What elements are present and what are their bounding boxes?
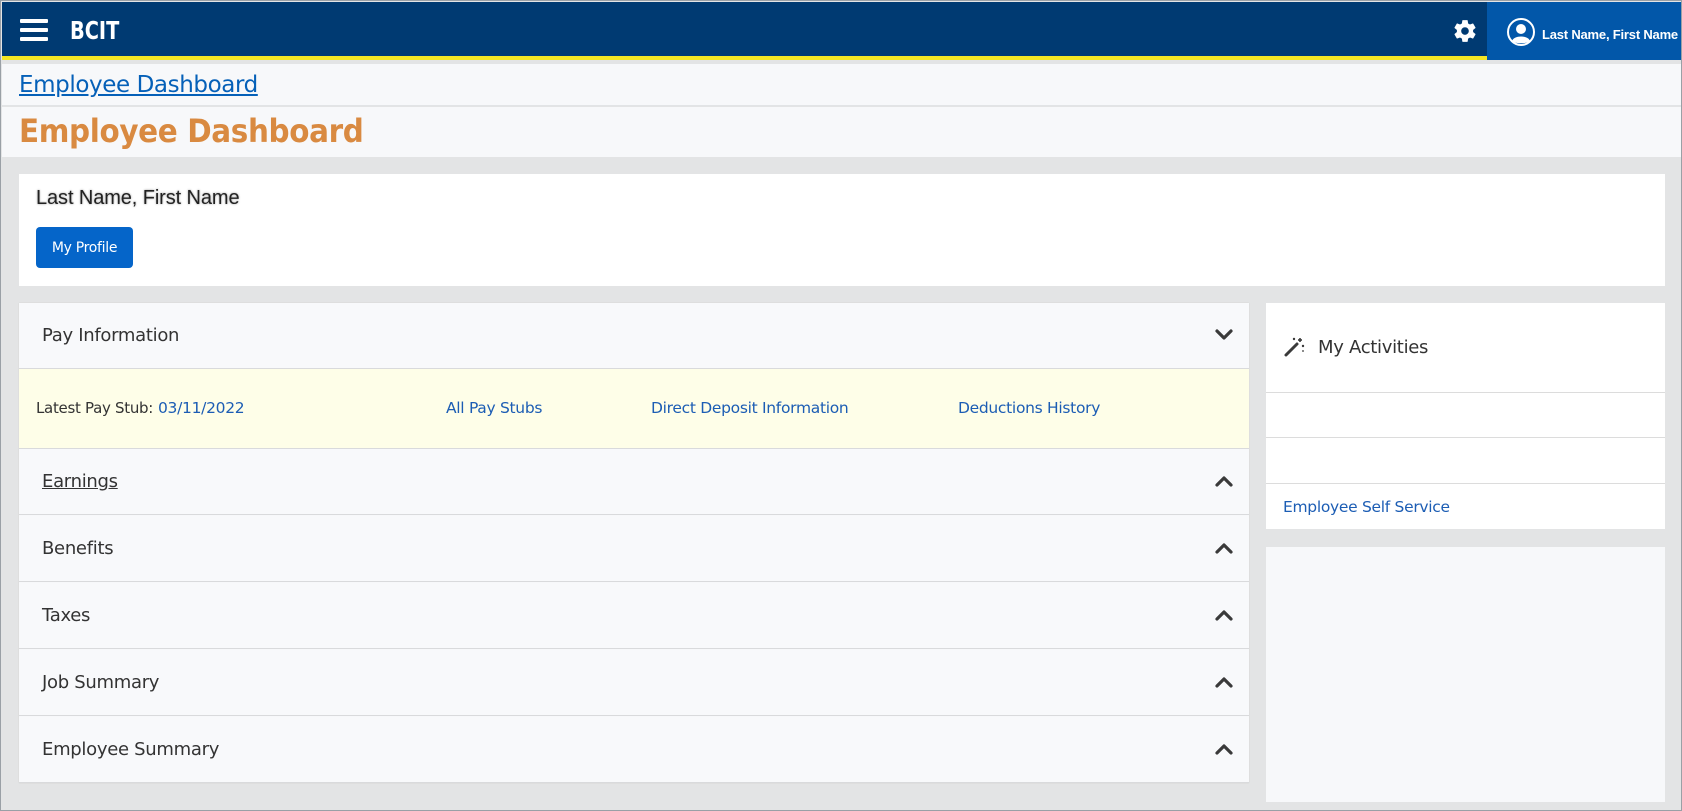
hamburger-menu-icon[interactable] xyxy=(18,16,48,44)
employee-name: Last Name, First Name xyxy=(36,187,240,209)
all-pay-stubs-link[interactable]: All Pay Stubs xyxy=(446,399,542,417)
activities-lower-area xyxy=(1266,547,1665,802)
chevron-down-icon[interactable] xyxy=(1214,327,1234,343)
page-title-bar: Employee Dashboard xyxy=(2,107,1681,157)
section-label: Earnings xyxy=(42,471,118,492)
page-title: Employee Dashboard xyxy=(19,112,364,150)
employee-self-service-link[interactable]: Employee Self Service xyxy=(1283,498,1450,516)
chevron-up-icon[interactable] xyxy=(1214,674,1234,690)
my-activities-title: My Activities xyxy=(1318,337,1429,358)
direct-deposit-information-link[interactable]: Direct Deposit Information xyxy=(651,399,849,417)
section-label: Job Summary xyxy=(42,672,160,693)
breadcrumb: Employee Dashboard xyxy=(2,64,1681,106)
latest-pay-stub-label: Latest Pay Stub: xyxy=(36,399,154,417)
benefits-header[interactable]: Benefits xyxy=(19,516,1249,582)
brand-logo: BCIT xyxy=(70,16,120,45)
my-activities-header: My Activities xyxy=(1266,303,1665,393)
chevron-up-icon[interactable] xyxy=(1214,607,1234,623)
section-label: Taxes xyxy=(42,605,91,626)
section-label: Employee Summary xyxy=(42,739,220,760)
latest-pay-stub-link[interactable]: 03/11/2022 xyxy=(158,399,245,417)
top-nav-bar: BCIT Last Name, First Name xyxy=(2,2,1681,60)
user-name: Last Name, First Name xyxy=(1542,27,1678,42)
activities-empty-row xyxy=(1266,393,1665,438)
section-label: Pay Information xyxy=(42,325,180,346)
pay-information-header[interactable]: Pay Information xyxy=(19,303,1249,369)
earnings-header[interactable]: Earnings xyxy=(19,449,1249,515)
magic-wand-icon xyxy=(1284,337,1305,357)
chevron-up-icon[interactable] xyxy=(1214,540,1234,556)
section-label: Benefits xyxy=(42,538,114,559)
user-menu[interactable]: Last Name, First Name xyxy=(1487,2,1681,60)
app-frame: BCIT Last Name, First Name Employee Dash… xyxy=(0,0,1682,811)
my-activities-panel: My Activities Employee Self Service xyxy=(1266,303,1665,529)
chevron-up-icon[interactable] xyxy=(1214,473,1234,489)
taxes-header[interactable]: Taxes xyxy=(19,583,1249,649)
deductions-history-link[interactable]: Deductions History xyxy=(958,399,1100,417)
gear-icon[interactable] xyxy=(1452,18,1478,44)
user-avatar-icon xyxy=(1507,18,1535,46)
pay-information-content: Latest Pay Stub: 03/11/2022 All Pay Stub… xyxy=(19,369,1249,449)
breadcrumb-link-employee-dashboard[interactable]: Employee Dashboard xyxy=(19,72,258,98)
employee-summary-header[interactable]: Employee Summary xyxy=(19,717,1249,783)
profile-card: Last Name, First Name My Profile xyxy=(19,174,1665,286)
chevron-up-icon[interactable] xyxy=(1214,741,1234,757)
my-profile-button[interactable]: My Profile xyxy=(36,227,133,268)
job-summary-header[interactable]: Job Summary xyxy=(19,650,1249,716)
activities-empty-row xyxy=(1266,438,1665,484)
pay-panel: Pay Information Latest Pay Stub: 03/11/2… xyxy=(19,303,1249,783)
